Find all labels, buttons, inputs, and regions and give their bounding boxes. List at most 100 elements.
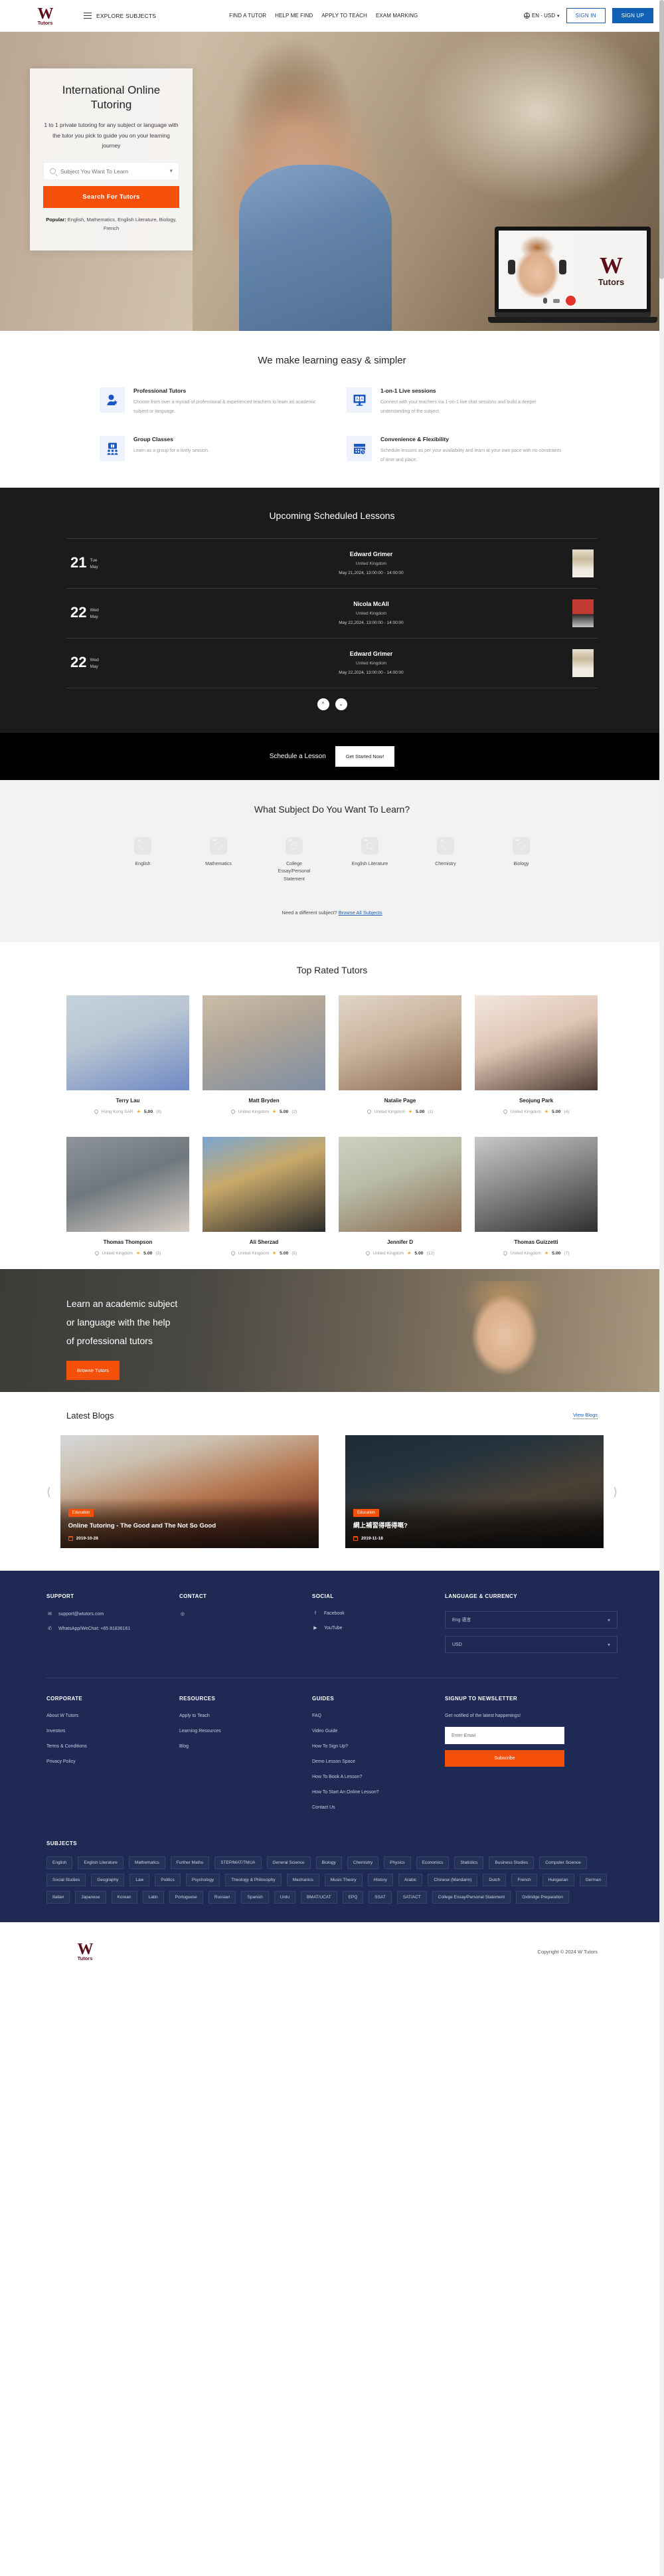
subject-tag[interactable]: Statistics	[454, 1856, 484, 1870]
subject-tag[interactable]: General Science	[266, 1856, 311, 1870]
subject-tile-english[interactable]: English	[119, 837, 167, 884]
subject-tile-chemistry[interactable]: Chemistry	[422, 837, 469, 884]
subject-tile-mathematics[interactable]: Mathematics	[195, 837, 242, 884]
table-row[interactable]: 21 Tue May Edward Grimer United Kingdom …	[66, 538, 598, 588]
subscribe-button[interactable]: Subscribe	[445, 1750, 564, 1767]
link-apply-to-teach[interactable]: Apply to Teach	[179, 1714, 312, 1718]
browse-tutors-button[interactable]: Browse Tutors	[66, 1361, 120, 1381]
subject-tag[interactable]: Mathematics	[128, 1856, 165, 1870]
subject-tag[interactable]: Portuguese	[169, 1891, 203, 1904]
subject-tag[interactable]: French	[511, 1874, 537, 1887]
page-scrollbar[interactable]	[659, 0, 664, 2576]
nav-help-me-find[interactable]: HELP ME FIND	[275, 13, 313, 19]
browse-all-subjects-link[interactable]: Browse All Subjects	[339, 910, 382, 916]
footer-social-facebook[interactable]: f Facebook	[312, 1611, 445, 1616]
blog-card[interactable]: Education Online Tutoring - The Good and…	[60, 1435, 319, 1549]
subject-tag[interactable]: Russian	[208, 1891, 236, 1904]
table-row[interactable]: 22 Wed May Nicola McAll United Kingdom M…	[66, 587, 598, 638]
link-learning-resources[interactable]: Learning Resources	[179, 1729, 312, 1734]
footer-support-email[interactable]: ✉ support@wtutors.com	[46, 1611, 179, 1617]
chevron-right-icon[interactable]: ⟩	[613, 1486, 618, 1498]
link-investors[interactable]: Investors	[46, 1729, 179, 1734]
subject-tag[interactable]: Politics	[155, 1874, 181, 1887]
link-terms-conditions[interactable]: Terms & Conditions	[46, 1744, 179, 1749]
tutor-card[interactable]: Ali Sherzad United Kingdom ★ 5.00 (5)	[203, 1137, 325, 1256]
language-select[interactable]: Eng 语言 ▾	[445, 1611, 618, 1629]
subject-tile-college-essay[interactable]: College Essay/Personal Statement	[270, 837, 318, 884]
sign-up-button[interactable]: SIGN UP	[612, 8, 653, 23]
chevron-up-icon[interactable]: ^	[317, 698, 329, 710]
subject-tag[interactable]: History	[367, 1874, 393, 1887]
link-how-to-book-a-lesson[interactable]: How To Book A Lesson?	[312, 1775, 445, 1779]
link-blog[interactable]: Blog	[179, 1744, 312, 1749]
link-how-to-start-online-lesson[interactable]: How To Start An Online Lesson?	[312, 1790, 445, 1795]
subject-tag[interactable]: Geography	[91, 1874, 125, 1887]
subject-tag[interactable]: Physics	[384, 1856, 411, 1870]
get-started-now-button[interactable]: Get Started Now!	[335, 745, 395, 767]
tutor-card[interactable]: Seojung Park United Kingdom ★ 5.00 (4)	[475, 995, 598, 1115]
link-faq[interactable]: FAQ	[312, 1714, 445, 1718]
subject-tag[interactable]: Music Theory	[324, 1874, 363, 1887]
subject-tile-english-literature[interactable]: English Literature	[346, 837, 394, 884]
subject-tag[interactable]: Business Studies	[489, 1856, 535, 1870]
subject-tag[interactable]: Spanish	[241, 1891, 269, 1904]
subject-tag[interactable]: Social Studies	[46, 1874, 86, 1887]
footer-contact-address[interactable]: ◎	[179, 1611, 312, 1617]
link-privacy-policy[interactable]: Privacy Policy	[46, 1759, 179, 1764]
subject-tag[interactable]: Urdu	[274, 1891, 295, 1904]
subject-tag[interactable]: BMAT/UCAT	[300, 1891, 337, 1904]
scrollbar-thumb[interactable]	[659, 0, 664, 279]
footer-support-phone[interactable]: ✆ WhatsApp/WeChat: +65 81836161	[46, 1626, 179, 1632]
subject-tag[interactable]: Economics	[416, 1856, 450, 1870]
subject-tag[interactable]: Theology & Philosophy	[225, 1874, 282, 1887]
subject-tag[interactable]: Dutch	[483, 1874, 507, 1887]
nav-find-a-tutor[interactable]: FIND A TUTOR	[229, 13, 266, 19]
currency-select[interactable]: USD ▾	[445, 1636, 618, 1654]
subject-tag[interactable]: College Essay/Personal Statement	[432, 1891, 511, 1904]
locale-selector[interactable]: EN - USD ▾	[523, 13, 560, 19]
subject-tag[interactable]: SAT/ACT	[396, 1891, 427, 1904]
chevron-down-icon[interactable]: ▾	[169, 167, 173, 175]
link-about-w-tutors[interactable]: About W Tutors	[46, 1714, 179, 1718]
view-blogs-link[interactable]: View Blogs	[573, 1412, 598, 1420]
link-how-to-sign-up[interactable]: How To Sign Up?	[312, 1744, 445, 1749]
sign-in-button[interactable]: SIGN IN	[566, 8, 606, 23]
subject-tag[interactable]: Mechanics	[286, 1874, 319, 1887]
subject-tag[interactable]: EPQ	[342, 1891, 364, 1904]
tutor-card[interactable]: Jennifer D United Kingdom ★ 5.00 (12)	[339, 1137, 461, 1256]
chevron-down-icon[interactable]: ⌄	[335, 698, 347, 710]
newsletter-email-input[interactable]	[445, 1727, 564, 1745]
blog-card[interactable]: Education 網上補習得唔得嘅? 2019-11-18	[345, 1435, 604, 1549]
subject-tag[interactable]: English Literature	[78, 1856, 124, 1870]
subject-tag[interactable]: Biology	[315, 1856, 342, 1870]
subject-tag[interactable]: English	[46, 1856, 73, 1870]
subject-tag[interactable]: Latin	[142, 1891, 164, 1904]
tutor-card[interactable]: Natalie Page United Kingdom ★ 5.00 (1)	[339, 995, 461, 1115]
subject-tag[interactable]: Chemistry	[347, 1856, 379, 1870]
subject-tile-biology[interactable]: Biology	[497, 837, 545, 884]
link-contact-us[interactable]: Contact Us	[312, 1805, 445, 1810]
footer-social-youtube[interactable]: ▶ YouTube	[312, 1625, 445, 1631]
search-input[interactable]	[60, 167, 165, 175]
tutor-card[interactable]: Thomas Thompson United Kingdom ★ 5.00 (3…	[66, 1137, 189, 1256]
subject-tag[interactable]: STEP/MAT/TMUA	[214, 1856, 262, 1870]
hero-subject-search[interactable]: ▾	[43, 162, 179, 181]
subject-tag[interactable]: German	[579, 1874, 608, 1887]
link-video-guide[interactable]: Video Guide	[312, 1729, 445, 1734]
end-call-icon[interactable]	[565, 296, 576, 306]
tutor-card[interactable]: Thomas Guizzetti United Kingdom ★ 5.00 (…	[475, 1137, 598, 1256]
subject-tag[interactable]: Law	[129, 1874, 150, 1887]
subject-tag[interactable]: Korean	[111, 1891, 137, 1904]
subject-tag[interactable]: Arabic	[398, 1874, 423, 1887]
nav-apply-to-teach[interactable]: APPLY TO TEACH	[321, 13, 367, 19]
camera-icon[interactable]	[552, 298, 560, 303]
tutor-card[interactable]: Terry Lau Hong Kong SAR ★ 5.00 (8)	[66, 995, 189, 1115]
subject-tag[interactable]: Italian	[46, 1891, 70, 1904]
footer-logo[interactable]: W Tutors	[66, 1941, 104, 1961]
subject-tag[interactable]: SSAT	[369, 1891, 392, 1904]
subject-tag[interactable]: Psychology	[185, 1874, 220, 1887]
subject-tag[interactable]: Hungarian	[542, 1874, 574, 1887]
table-row[interactable]: 22 Wed May Edward Grimer United Kingdom …	[66, 637, 598, 688]
link-demo-lesson-space[interactable]: Demo Lesson Space	[312, 1759, 445, 1764]
chevron-left-icon[interactable]: ⟨	[46, 1486, 51, 1498]
